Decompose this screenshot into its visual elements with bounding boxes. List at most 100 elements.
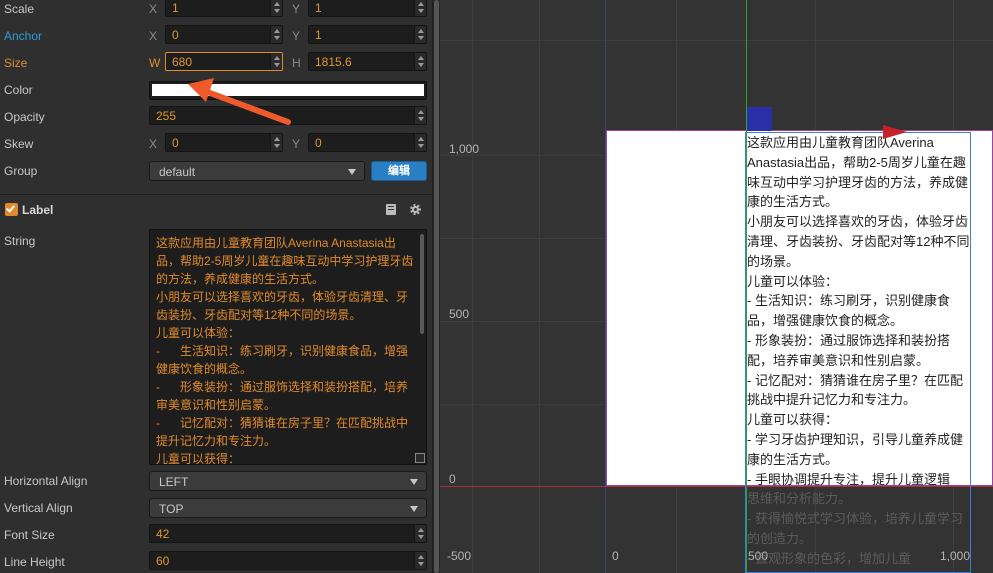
anchor-y-value: 1 (315, 28, 322, 42)
scene-viewport[interactable]: 1,000 500 0 -500 0 500 1,000 这款应用由儿童教育团队… (440, 0, 993, 573)
resize-grip-icon[interactable] (415, 453, 425, 463)
skew-x-input[interactable]: 0 (165, 133, 283, 152)
anchor-x-value: 0 (172, 28, 179, 42)
section-divider (0, 194, 432, 195)
scale-x-stepper[interactable] (270, 0, 282, 16)
arrow-up-icon[interactable] (274, 2, 280, 6)
vertical-align-label: Vertical Align (4, 501, 73, 515)
scale-label: Scale (4, 2, 35, 16)
arrow-up-icon[interactable] (418, 555, 424, 559)
arrow-up-icon[interactable] (418, 110, 424, 114)
size-label: Size (4, 56, 28, 70)
arrow-up-icon[interactable] (274, 56, 280, 60)
anchor-y-input[interactable]: 1 (308, 25, 427, 44)
arrow-up-icon[interactable] (274, 29, 280, 33)
skew-y-input[interactable]: 0 (308, 133, 427, 152)
size-height-input[interactable]: 1815.6 (308, 52, 427, 71)
arrow-up-icon[interactable] (274, 137, 280, 141)
arrow-up-icon[interactable] (418, 56, 424, 60)
arrow-up-icon[interactable] (418, 2, 424, 6)
skew-x-stepper[interactable] (270, 134, 282, 151)
skew-x-axis-label: X (149, 137, 158, 151)
opacity-value: 255 (156, 109, 177, 123)
anchor-x-stepper[interactable] (270, 26, 282, 43)
size-height-value: 1815.6 (315, 55, 352, 69)
y-axis-label: 1,000 (449, 142, 480, 156)
dropdown-caret-icon (410, 506, 418, 512)
label-component-title: Label (22, 203, 54, 217)
arrow-up-icon[interactable] (418, 137, 424, 141)
size-width-stepper[interactable] (270, 53, 282, 70)
grid-line (440, 40, 993, 41)
vertical-align-select[interactable]: TOP (149, 498, 427, 518)
y-axis-label: 500 (449, 307, 470, 321)
font-size-stepper[interactable] (414, 525, 426, 542)
textarea-scrollbar[interactable] (420, 234, 424, 334)
arrow-down-icon[interactable] (274, 36, 280, 40)
font-size-row: Font Size 42 (0, 522, 432, 549)
anchor-label: Anchor (4, 29, 43, 43)
arrow-down-icon[interactable] (274, 144, 280, 148)
arrow-up-icon[interactable] (418, 29, 424, 33)
arrow-down-icon[interactable] (418, 63, 424, 67)
scale-row: Scale X 1 Y 1 (0, 0, 432, 23)
x-axis-label: 0 (612, 549, 619, 563)
line-height-label: Line Height (4, 555, 65, 569)
size-height-stepper[interactable] (414, 53, 426, 70)
horizontal-align-value: LEFT (159, 475, 189, 489)
vertical-align-value: TOP (159, 502, 184, 516)
inspector-scrollbar[interactable] (432, 0, 440, 573)
arrow-down-icon[interactable] (418, 36, 424, 40)
line-height-row: Line Height 60 (0, 549, 432, 573)
skew-row: Skew X 0 Y 0 (0, 131, 432, 158)
anchor-row: Anchor X 0 Y 1 (0, 23, 432, 50)
group-edit-button[interactable]: 编辑 (371, 161, 427, 181)
arrow-up-icon[interactable] (418, 528, 424, 532)
label-node-text-overflow: 思维和分析能力。 - 获得愉悦式学习体验，培养儿童学习的创造力。 - 直观形象的… (747, 491, 963, 566)
label-enabled-checkbox[interactable] (5, 203, 18, 216)
inspector-scrollbar-thumb[interactable] (434, 0, 439, 573)
label-node-text[interactable]: 这款应用由儿童教育团队Averina Anastasia出品，帮助2-5周岁儿童… (747, 133, 971, 569)
arrow-down-icon[interactable] (274, 63, 280, 67)
move-gizmo-handle[interactable] (747, 107, 772, 131)
line-height-input[interactable]: 60 (149, 551, 427, 570)
scale-y-input[interactable]: 1 (308, 0, 427, 17)
string-textarea-content: 这款应用由儿童教育团队Averina Anastasia出品，帮助2-5周岁儿童… (156, 236, 414, 465)
group-select-value: default (159, 165, 196, 179)
scale-x-input[interactable]: 1 (165, 0, 283, 17)
arrow-down-icon[interactable] (418, 9, 424, 13)
group-select[interactable]: default (149, 161, 365, 181)
size-w-axis-label: W (149, 56, 161, 70)
arrow-down-icon[interactable] (418, 562, 424, 566)
book-icon[interactable] (386, 204, 396, 215)
grid-line (472, 0, 473, 573)
horizontal-align-select[interactable]: LEFT (149, 471, 427, 491)
annotation-arrow-icon (188, 78, 291, 125)
scale-x-value: 1 (172, 1, 179, 15)
gear-icon[interactable] (410, 204, 421, 215)
dropdown-caret-icon (348, 169, 356, 175)
string-label: String (4, 234, 36, 248)
x-axis-gizmo-arrow-icon[interactable] (883, 125, 907, 139)
font-size-label: Font Size (4, 528, 55, 542)
anchor-x-input[interactable]: 0 (165, 25, 283, 44)
opacity-label: Opacity (4, 110, 45, 124)
skew-y-value: 0 (315, 136, 322, 150)
arrow-down-icon[interactable] (418, 144, 424, 148)
scale-y-stepper[interactable] (414, 0, 426, 16)
anchor-x-axis-label: X (149, 29, 158, 43)
font-size-input[interactable]: 42 (149, 524, 427, 543)
label-node-text-visible: 这款应用由儿童教育团队Averina Anastasia出品，帮助2-5周岁儿童… (747, 135, 970, 487)
size-width-input[interactable]: 680 (165, 52, 283, 71)
skew-x-value: 0 (172, 136, 179, 150)
anchor-y-stepper[interactable] (414, 26, 426, 43)
string-textarea[interactable]: 这款应用由儿童教育团队Averina Anastasia出品，帮助2-5周岁儿童… (149, 229, 427, 465)
skew-y-stepper[interactable] (414, 134, 426, 151)
label-component-header: Label (0, 198, 432, 222)
arrow-down-icon[interactable] (274, 9, 280, 13)
font-size-value: 42 (156, 527, 170, 541)
arrow-down-icon[interactable] (418, 535, 424, 539)
opacity-stepper[interactable] (414, 107, 426, 124)
arrow-down-icon[interactable] (418, 117, 424, 121)
line-height-stepper[interactable] (414, 552, 426, 569)
